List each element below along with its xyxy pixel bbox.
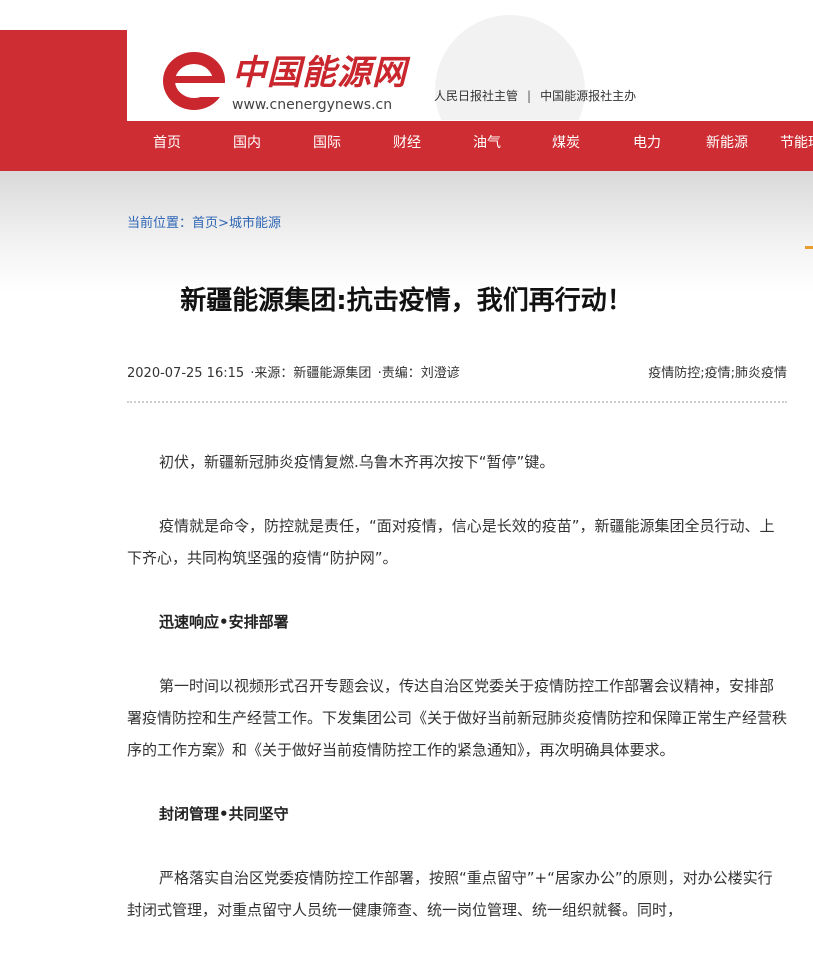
breadcrumb-prefix: 当前位置：	[127, 216, 193, 231]
article-subheading: 迅速响应•安排部署	[159, 613, 289, 631]
meta-divider	[127, 401, 787, 403]
sponsor-separator: |	[527, 89, 532, 103]
sponsor-2: 中国能源报社主办	[540, 89, 637, 103]
nav-item-oil-gas[interactable]: 油气	[473, 121, 501, 171]
sponsor-1: 人民日报社主管	[434, 89, 519, 103]
nav-item-international[interactable]: 国际	[313, 121, 341, 171]
main-nav: 首页 国内 国际 财经 油气 煤炭 电力 新能源 节能环	[127, 121, 813, 171]
logo-url: www.cnenergynews.cn	[232, 97, 393, 113]
article-paragraph: 第一时间以视频形式召开专题会议，传达自治区党委关于疫情防控工作部署会议精神，安排…	[127, 677, 788, 759]
logo-e-icon	[163, 52, 228, 110]
nav-item-energy-saving[interactable]: 节能环	[780, 121, 813, 171]
sponsor-line: 人民日报社主管 | 中国能源报社主办	[434, 87, 636, 104]
nav-item-power[interactable]: 电力	[633, 121, 661, 171]
article-paragraph: 疫情就是命令，防控就是责任，“面对疫情，信心是长效的疫苗”，新疆能源集团全员行动…	[127, 517, 775, 567]
nav-item-finance[interactable]: 财经	[393, 121, 421, 171]
article-tags-link[interactable]: 疫情防控;疫情;肺炎疫情	[648, 366, 787, 381]
article-source: ·来源：新疆能源集团	[250, 366, 372, 381]
article-paragraph: 严格落实自治区党委疫情防控工作部署，按照“重点留守”+“居家办公”的原则，对办公…	[127, 869, 773, 919]
article-body: 初伏，新疆新冠肺炎疫情复燃.乌鲁木齐再次按下“暂停”键。 疫情就是命令，防控就是…	[127, 446, 787, 958]
article-date: 2020-07-25 16:15	[127, 366, 245, 381]
article-tags: 疫情防控;疫情;肺炎疫情	[648, 362, 787, 381]
breadcrumb-home-link[interactable]: 首页	[192, 216, 218, 231]
breadcrumb: 当前位置：首页>城市能源	[127, 212, 281, 231]
article-editor: ·责编：刘澄谚	[377, 366, 460, 381]
article-paragraph: 初伏，新疆新冠肺炎疫情复燃.乌鲁木齐再次按下“暂停”键。	[159, 453, 555, 471]
header-red-block	[0, 30, 127, 171]
article-meta: 2020-07-25 16:15 ·来源：新疆能源集团 ·责编：刘澄谚	[127, 362, 462, 381]
article-title: 新疆能源集团:抗击疫情，我们再行动！	[180, 286, 633, 316]
breadcrumb-section-link[interactable]: 城市能源	[229, 216, 281, 231]
content-top-band	[0, 171, 813, 293]
nav-item-coal[interactable]: 煤炭	[552, 121, 580, 171]
article-subheading: 封闭管理•共同坚守	[159, 805, 289, 823]
edge-accent	[805, 246, 813, 249]
nav-item-home[interactable]: 首页	[153, 121, 181, 171]
nav-item-new-energy[interactable]: 新能源	[706, 121, 748, 171]
breadcrumb-separator: >	[218, 216, 229, 231]
logo-text: 中国能源网	[232, 53, 407, 93]
nav-item-domestic[interactable]: 国内	[233, 121, 261, 171]
